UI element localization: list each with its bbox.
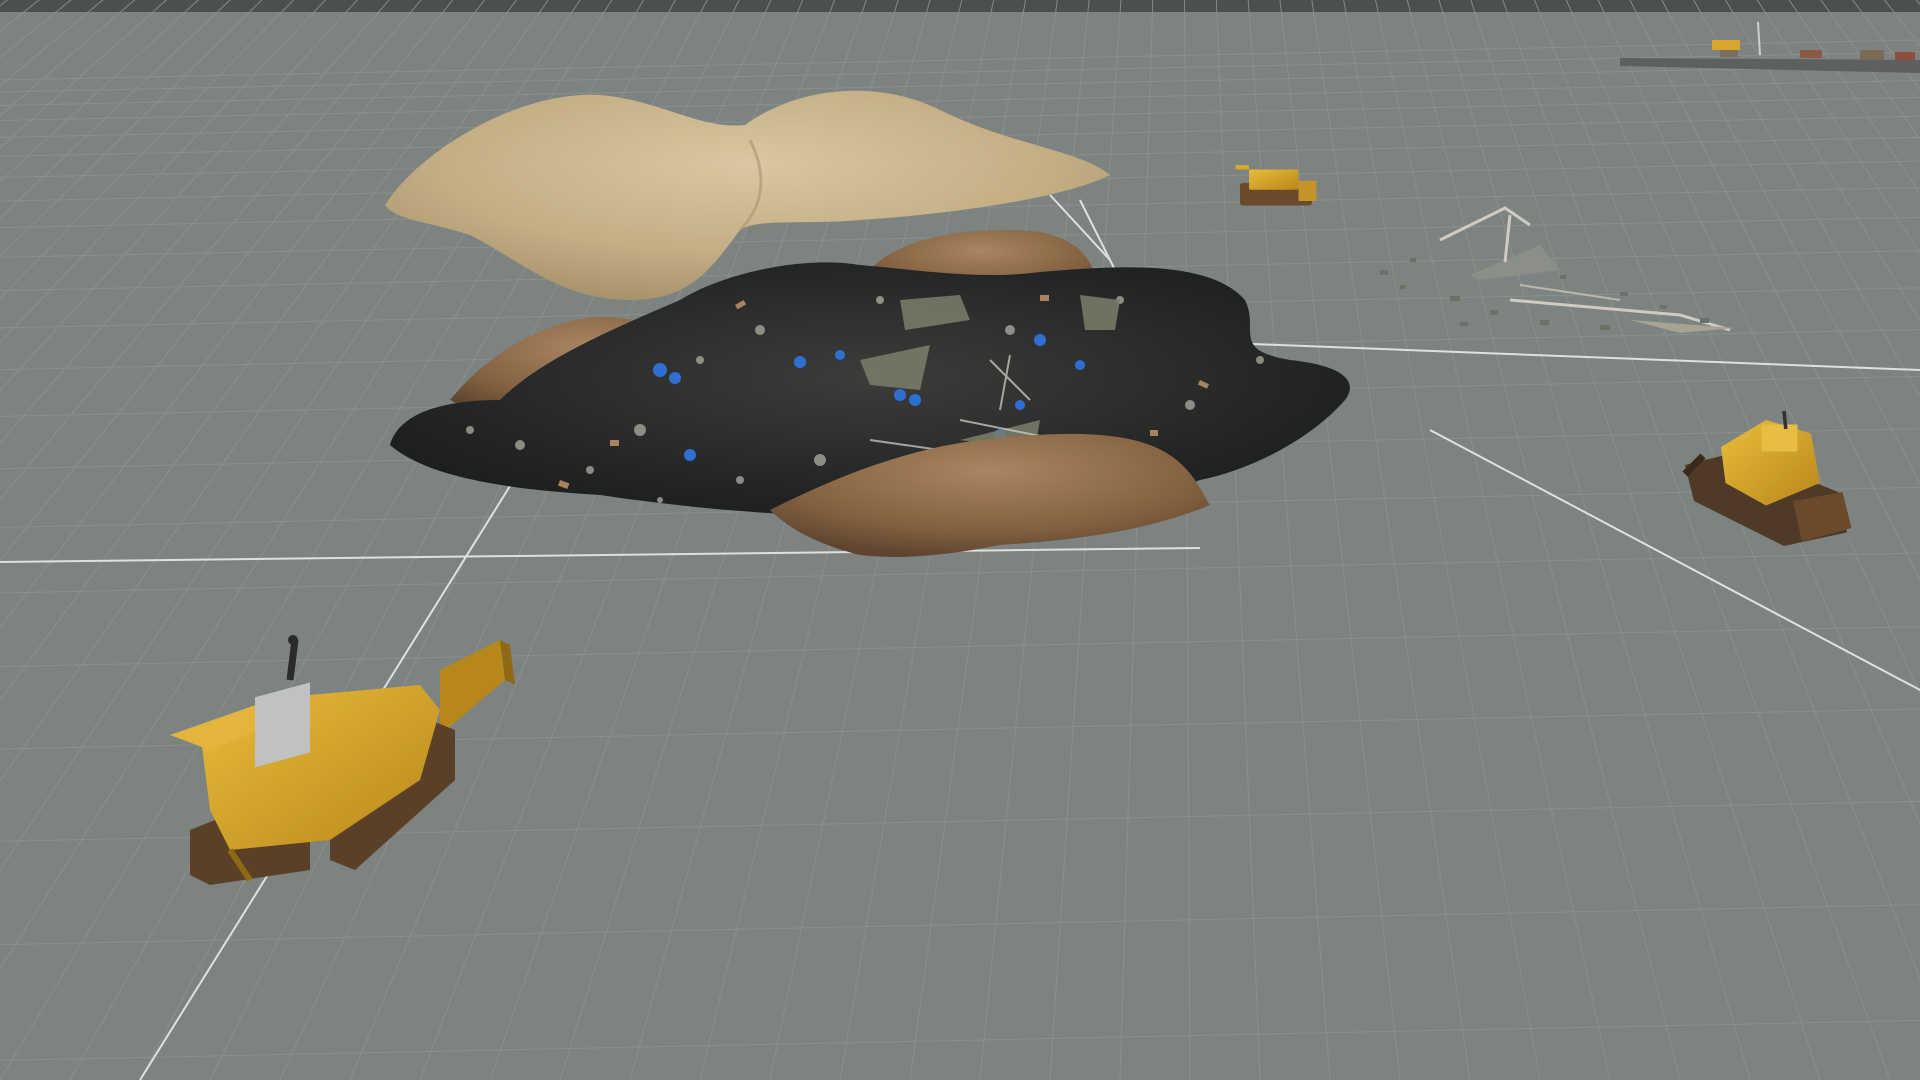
grid-line [1374,0,1611,1080]
bulldozer[interactable] [170,635,515,885]
bulldozer[interactable] [1235,165,1317,206]
grid-line [0,64,1920,106]
grid-line [0,904,1920,946]
scene-render [0,0,1920,1080]
grid-line [1311,0,1471,1080]
debris-wreckage [1380,206,1735,333]
3d-viewport[interactable] [0,0,1920,1080]
grid-line [0,1019,1920,1061]
bulldozer[interactable] [1682,410,1852,546]
grid-line [0,626,1920,668]
grid-line [1215,0,1261,1080]
grid-line [1184,0,1191,1080]
grid-line [1119,0,1154,1080]
